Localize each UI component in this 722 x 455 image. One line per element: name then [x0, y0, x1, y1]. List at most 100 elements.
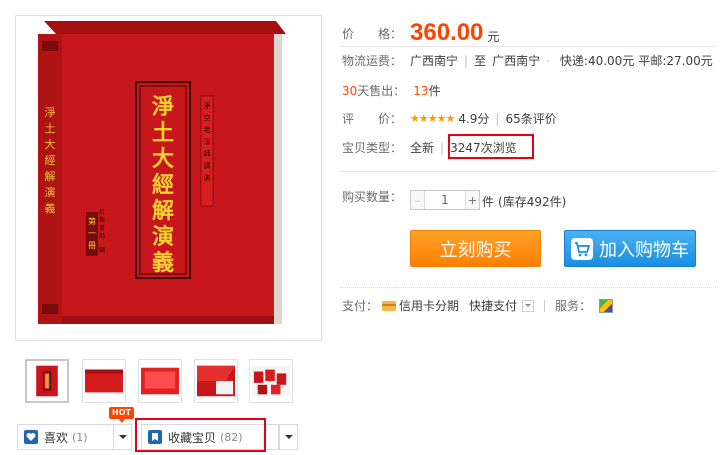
sales-unit: 件: [428, 84, 441, 98]
svg-text:編: 編: [99, 246, 105, 254]
svg-text:冊: 冊: [88, 241, 96, 250]
heart-icon: [24, 430, 38, 444]
separator: |: [440, 140, 445, 155]
divider: [340, 46, 718, 47]
quantity-increase-button[interactable]: +: [465, 191, 479, 209]
payment-quick-pay[interactable]: 快捷支付: [469, 297, 517, 314]
svg-text:第: 第: [88, 216, 96, 226]
cover-title-char: 土: [152, 120, 174, 146]
shipping-to-caret[interactable]: ·: [546, 54, 550, 68]
quantity-row: 购买数量：: [342, 188, 410, 205]
payment-installment[interactable]: 信用卡分期: [399, 297, 459, 314]
svg-text:淨: 淨: [204, 101, 211, 110]
svg-text:老: 老: [204, 125, 211, 134]
divider: [340, 171, 718, 172]
stock-count: (库存492件): [498, 195, 567, 209]
add-to-cart-button[interactable]: 加入购物车: [564, 230, 696, 267]
svg-text:大: 大: [45, 137, 56, 151]
service-guarantee-icon[interactable]: [599, 298, 614, 313]
favorite-highlight-box: [135, 418, 266, 452]
shipping-row: 物流运费： 广西南宁 | 至 广西南宁 · 快递:40.00元 平邮:27.00…: [342, 52, 713, 69]
chevron-down-icon: [525, 304, 532, 307]
svg-text:師: 師: [204, 149, 211, 158]
dotted-divider: [340, 287, 718, 288]
shipping-express: 快递:40.00元: [559, 54, 635, 68]
thumbnail-3[interactable]: [138, 359, 182, 403]
cover-title-char: 義: [152, 250, 174, 276]
thumbnail-1[interactable]: [25, 359, 69, 403]
shipping-to[interactable]: 广西南宁: [492, 52, 540, 69]
svg-text:局: 局: [99, 233, 105, 240]
svg-text:葉: 葉: [99, 216, 105, 224]
svg-text:演: 演: [204, 173, 211, 182]
separator: |: [464, 53, 469, 68]
rating-row: 评 价： ★★★★★ 4.9分 | 65条评价: [342, 110, 557, 127]
thumbnail-2[interactable]: [82, 359, 126, 403]
svg-text:書: 書: [99, 224, 105, 232]
thumbnail-image: [197, 365, 235, 397]
rating-score: 4.9分: [458, 112, 490, 126]
price-value: 360.00: [410, 19, 484, 46]
svg-text:土: 土: [45, 122, 56, 135]
svg-text:淨: 淨: [45, 106, 56, 119]
stock-info: 件 (库存492件): [482, 193, 566, 210]
like-button[interactable]: 喜欢 (1): [17, 424, 114, 450]
quantity-input[interactable]: 1: [425, 191, 465, 209]
thumbnail-image: [36, 365, 58, 397]
svg-text:演: 演: [45, 185, 56, 199]
separator: [544, 299, 546, 312]
payment-row: 支付： 信用卡分期 快捷支付 服务：: [342, 297, 614, 314]
svg-text:解: 解: [45, 169, 56, 183]
shipping-label: 物流运费：: [342, 54, 403, 68]
svg-text:空: 空: [204, 113, 211, 122]
like-count: (1): [72, 430, 88, 444]
favorite-dropdown[interactable]: [279, 424, 298, 450]
cover-title-char: 淨: [152, 94, 174, 120]
sales-days: 30: [342, 83, 358, 98]
price-row: 价 格： 360.00 元: [342, 19, 499, 47]
like-dropdown[interactable]: [113, 424, 132, 450]
price-label: 价 格：: [342, 26, 403, 41]
shipping-mail: 平邮:27.00元: [638, 54, 713, 68]
thumbnail-5[interactable]: [249, 359, 293, 403]
sales-row: 30 天售出： 13 件: [342, 82, 441, 99]
svg-text:法: 法: [204, 137, 211, 146]
book-cover-image: 淨 土 大 經 解 演 義 淨 土 大 經 解 演 義 淨空老 法師講 演 紅葉…: [38, 21, 286, 324]
cover-title-char: 演: [152, 224, 174, 250]
thumbnail-image: [252, 365, 290, 397]
svg-text:義: 義: [45, 201, 56, 215]
buy-now-button[interactable]: 立刻购买: [410, 230, 541, 267]
quantity-label: 购买数量：: [342, 190, 403, 204]
rating-stars-icon: ★★★★★: [410, 112, 455, 125]
views-highlight-box: [448, 134, 534, 159]
price-unit: 元: [487, 29, 500, 44]
thumbnail-4[interactable]: [194, 359, 238, 403]
like-label: 喜欢: [44, 430, 69, 445]
service-label: 服务：: [555, 299, 592, 313]
rating-reviews[interactable]: 65条评价: [505, 110, 556, 127]
quantity-decrease-button[interactable]: –: [411, 191, 425, 209]
chevron-down-icon: [118, 435, 127, 439]
separator: |: [495, 111, 500, 126]
shipping-to-prefix: 至: [474, 54, 487, 68]
hot-badge: HOT: [109, 407, 134, 423]
quantity-unit: 件: [482, 195, 495, 209]
credit-card-icon: [382, 300, 397, 311]
payment-dropdown[interactable]: [522, 299, 535, 312]
chevron-down-icon: [284, 435, 293, 439]
item-type-label: 宝贝类型：: [342, 141, 403, 155]
shipping-from[interactable]: 广西南宁: [410, 52, 458, 69]
cover-title-char: 經: [152, 172, 174, 198]
sales-label: 天售出：: [357, 84, 406, 98]
sales-count: 13: [413, 83, 429, 98]
svg-text:經: 經: [45, 153, 56, 167]
cart-icon: [571, 237, 593, 260]
thumbnail-image: [85, 369, 123, 393]
add-to-cart-label: 加入购物车: [599, 239, 689, 261]
payment-label: 支付：: [342, 299, 379, 313]
quantity-stepper[interactable]: – 1 +: [410, 190, 480, 210]
rating-label: 评 价：: [342, 112, 403, 126]
main-product-image[interactable]: 淨 土 大 經 解 演 義 淨 土 大 經 解 演 義 淨空老 法師講 演 紅葉…: [15, 15, 322, 341]
thumbnail-image: [141, 367, 179, 395]
svg-text:紅: 紅: [99, 208, 105, 216]
